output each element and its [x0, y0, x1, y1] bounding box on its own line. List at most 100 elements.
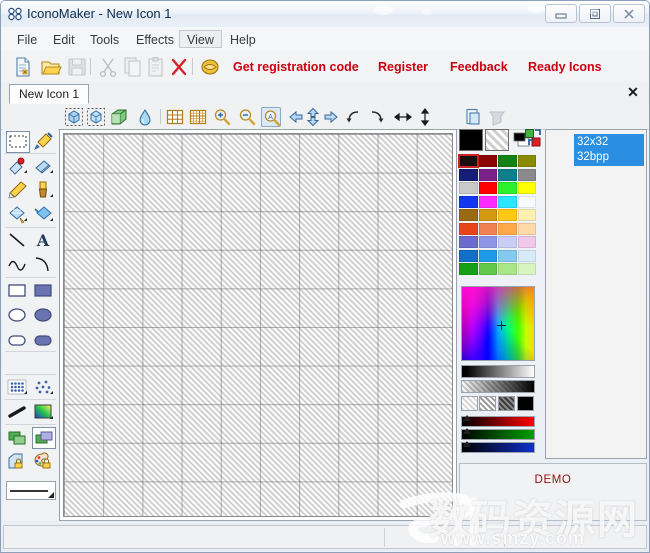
palette-color-12[interactable] [459, 195, 478, 208]
shift-right-button[interactable] [321, 107, 341, 127]
palette-color-1[interactable] [478, 155, 497, 167]
delete-button[interactable] [167, 55, 191, 79]
text-tool[interactable]: A [32, 230, 56, 252]
copy-button[interactable] [121, 55, 145, 79]
rounded-rect-tool[interactable] [6, 330, 30, 352]
pattern-swatch-light[interactable] [461, 396, 478, 411]
feedback-link[interactable]: Feedback [450, 59, 508, 75]
tab-new-icon-1[interactable]: New Icon 1 [9, 84, 90, 104]
rotate-left-button[interactable] [343, 107, 363, 127]
paste-button[interactable] [144, 55, 168, 79]
smudge-tool[interactable] [6, 402, 30, 424]
palette-color-16[interactable] [459, 209, 478, 221]
palette-color-14[interactable] [498, 195, 517, 208]
palette-color-28[interactable] [459, 249, 478, 262]
lock-image-tool[interactable] [6, 451, 30, 473]
palette-color-32[interactable] [459, 263, 478, 275]
blue-slider-thumb[interactable] [463, 441, 471, 447]
palette-color-19[interactable] [517, 209, 536, 221]
line-tool[interactable] [6, 230, 30, 252]
pattern-swatch-dark[interactable] [498, 396, 515, 411]
pattern-swatch-solid[interactable] [517, 396, 534, 411]
palette-color-8[interactable] [459, 182, 478, 194]
filled-rounded-rect-tool[interactable] [32, 330, 56, 352]
palette-color-27[interactable] [517, 236, 536, 248]
pattern-swatch-medium[interactable] [479, 396, 496, 411]
line-width-selector[interactable] [6, 481, 56, 500]
palette-color-30[interactable] [498, 249, 517, 262]
palette-color-0[interactable] [458, 154, 479, 168]
zoom-in-button[interactable] [212, 107, 232, 127]
tab-close-button[interactable]: ✕ [626, 85, 640, 99]
background-color-swatch[interactable] [485, 129, 509, 151]
palette-color-21[interactable] [478, 222, 497, 235]
palette-color-3[interactable] [517, 155, 536, 167]
foreground-color-swatch[interactable] [459, 129, 483, 151]
shift-vertical-button[interactable] [303, 107, 323, 127]
palette-color-20[interactable] [459, 222, 478, 235]
palette-color-25[interactable] [478, 236, 497, 248]
image-depth-button[interactable] [109, 107, 129, 127]
fill-tool[interactable] [32, 204, 56, 226]
menu-item-file[interactable]: File [9, 30, 45, 48]
maximize-button[interactable] [579, 4, 611, 23]
icon-canvas[interactable] [59, 129, 457, 521]
palette-color-15[interactable] [517, 195, 536, 208]
eraser-tool[interactable] [6, 156, 30, 178]
rectangle-tool[interactable] [6, 280, 30, 302]
canvas-grid[interactable] [63, 133, 453, 517]
layer-back-tool[interactable] [6, 427, 30, 449]
spray-pattern-tool[interactable] [32, 377, 56, 399]
zoom-out-button[interactable] [237, 107, 257, 127]
about-button[interactable] [198, 55, 222, 79]
palette-color-34[interactable] [498, 263, 517, 275]
new-icon-button[interactable] [11, 55, 35, 79]
image-list-item-32x32[interactable]: 32x32 32bpp [574, 134, 644, 166]
alpha-slider[interactable] [461, 380, 535, 393]
palette-color-24[interactable] [459, 236, 478, 248]
transparency-button[interactable] [135, 107, 155, 127]
palette-color-4[interactable] [459, 168, 478, 181]
palette-color-26[interactable] [498, 236, 517, 248]
palette-color-11[interactable] [517, 182, 536, 194]
brightness-slider[interactable] [461, 365, 535, 378]
green-slider-thumb[interactable] [463, 428, 471, 434]
flip-vertical-button[interactable] [415, 107, 435, 127]
color-picker-area[interactable] [461, 286, 535, 361]
zoom-fit-button[interactable]: A [261, 107, 281, 127]
curve-tool[interactable] [6, 254, 30, 276]
menu-item-help[interactable]: Help [222, 30, 264, 48]
pencil-tool[interactable] [6, 180, 30, 202]
rect-select-tool[interactable] [6, 131, 30, 153]
register-link[interactable]: Register [378, 59, 428, 75]
cut-button[interactable] [96, 55, 120, 79]
save-button[interactable] [65, 55, 89, 79]
palette-color-6[interactable] [498, 168, 517, 181]
layer-front-tool[interactable] [32, 427, 56, 449]
color-picker-tool[interactable] [32, 131, 56, 153]
lock-color-tool[interactable] [32, 451, 56, 473]
palette-color-22[interactable] [498, 222, 517, 235]
color-palette-grid[interactable] [458, 154, 539, 282]
gradient-tool[interactable] [32, 402, 56, 424]
swap-colors-button[interactable] [525, 129, 541, 151]
palette-color-10[interactable] [498, 182, 517, 194]
menu-item-edit[interactable]: Edit [45, 30, 83, 48]
palette-color-9[interactable] [478, 182, 497, 194]
palette-color-7[interactable] [517, 168, 536, 181]
filled-ellipse-tool[interactable] [32, 305, 56, 327]
palette-color-23[interactable] [517, 222, 536, 235]
palette-color-31[interactable] [517, 249, 536, 262]
palette-color-17[interactable] [478, 209, 497, 221]
filled-rectangle-tool[interactable] [32, 280, 56, 302]
green-slider[interactable] [461, 428, 535, 440]
ready-icons-link[interactable]: Ready Icons [528, 59, 602, 75]
flip-horizontal-button[interactable] [393, 107, 413, 127]
red-slider[interactable] [461, 415, 535, 427]
open-button[interactable] [39, 55, 63, 79]
menu-item-view[interactable]: View [179, 30, 222, 48]
red-slider-thumb[interactable] [463, 415, 471, 421]
delete-image-button[interactable] [487, 107, 507, 127]
image-3d-1-button[interactable] [64, 107, 84, 127]
menu-item-effects[interactable]: Effects [128, 30, 182, 48]
